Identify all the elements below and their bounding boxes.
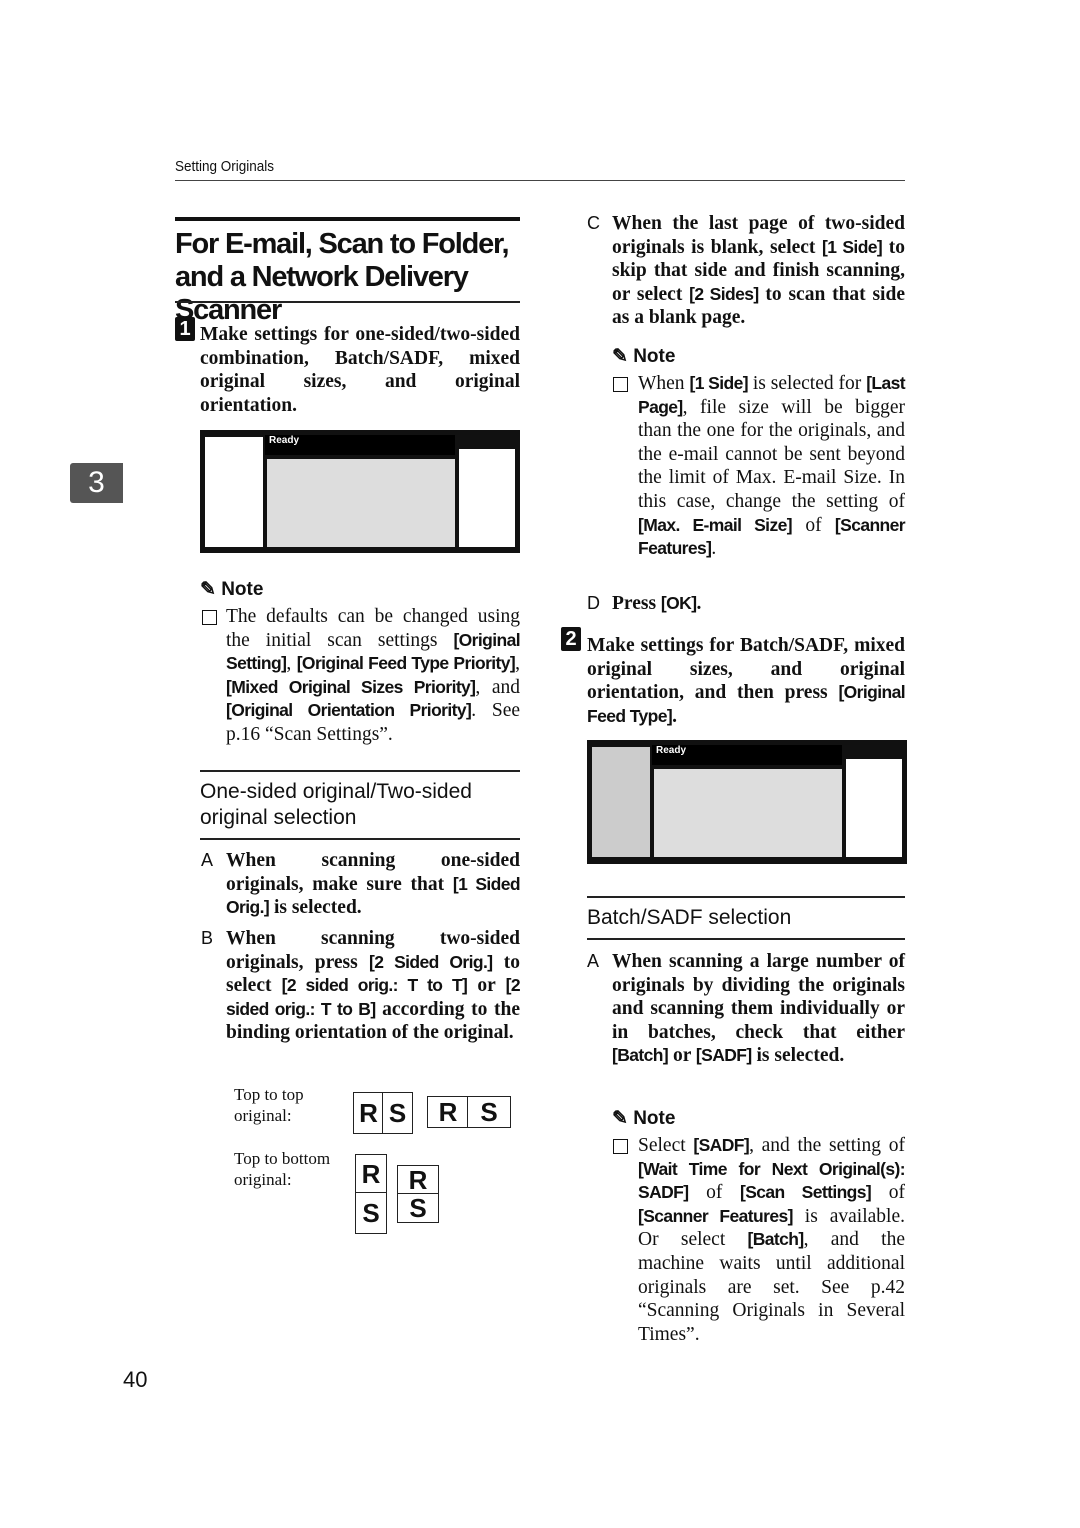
text-run: . xyxy=(711,538,717,560)
title-rule-bottom xyxy=(175,301,520,303)
title-rule-top xyxy=(175,217,520,221)
item-marker: B xyxy=(201,928,214,948)
item-marker: D xyxy=(587,593,600,613)
text-run: Select xyxy=(638,1135,694,1156)
section-rule xyxy=(587,938,905,940)
caption-top-to-top: Top to top original: xyxy=(234,1085,304,1125)
page-s: S xyxy=(355,1192,387,1234)
text-run: . xyxy=(696,593,702,614)
item-marker: A xyxy=(201,850,214,870)
key-label: [Max. E-mail Size] xyxy=(638,514,793,535)
page-s: S xyxy=(397,1193,439,1223)
item-marker: C xyxy=(587,213,600,233)
note-2-heading: ✎ Note xyxy=(612,346,676,367)
note-3-text: Select [SADF], and the setting of [Wait … xyxy=(638,1134,906,1346)
section-heading-sided: One-sided original/Two-sided original se… xyxy=(200,780,472,829)
checkbox-bullet-icon xyxy=(613,1139,628,1154)
text-run: , and the setting of xyxy=(749,1135,905,1156)
key-label: [Scanner Features] xyxy=(638,1205,793,1226)
text-run: of xyxy=(871,1182,905,1204)
text-run: , xyxy=(515,653,521,675)
key-label: [2 sided orig.: T to T] xyxy=(281,975,468,996)
chapter-tab: 3 xyxy=(70,463,123,503)
checkbox-bullet-icon xyxy=(613,377,628,392)
step-2-text: Make settings for Batch/SADF, mixed orig… xyxy=(587,634,906,728)
text-run: , and xyxy=(475,676,521,698)
note-1-heading: ✎ Note xyxy=(200,579,264,600)
section-rule xyxy=(200,770,520,772)
text-run: . xyxy=(672,705,677,727)
item-batch-text: When scanning a large number of original… xyxy=(612,950,905,1068)
item-d-text: Press [OK]. xyxy=(612,592,905,616)
key-label: [SADF] xyxy=(695,1045,752,1066)
key-label: [Scan Settings] xyxy=(739,1182,872,1203)
text-run: When scanning a large number of original… xyxy=(612,951,905,1043)
header-rule xyxy=(175,180,905,181)
item-b-text: When scanning two-sided originals, press… xyxy=(226,927,521,1045)
text-run: of xyxy=(791,514,835,536)
text-run: When xyxy=(638,373,690,394)
key-label: [Original Feed Type Priority] xyxy=(296,653,516,674)
text-run: is selected. xyxy=(269,897,362,919)
page-s: S xyxy=(467,1096,511,1128)
running-header: Setting Originals xyxy=(175,158,275,175)
key-label: [Mixed Original Sizes Priority] xyxy=(226,676,476,697)
page-r: R xyxy=(427,1096,469,1128)
step-1-badge: 1 xyxy=(175,317,195,341)
note-3-heading: ✎ Note xyxy=(612,1108,676,1129)
manual-page: Setting Originals 3 For E-mail, Scan to … xyxy=(0,0,1080,1528)
text-run: Press xyxy=(612,593,661,614)
note-1-text: The defaults can be changed using the in… xyxy=(226,605,521,747)
text-run: or xyxy=(467,975,506,997)
control-panel-screenshot-2: Ready xyxy=(587,740,907,864)
section-heading-batch: Batch/SADF selection xyxy=(587,906,792,929)
control-panel-screenshot-1: Ready xyxy=(200,430,520,553)
caption-top-to-bottom: Top to bottom original: xyxy=(234,1149,331,1189)
page-s: S xyxy=(382,1092,413,1134)
page-r: R xyxy=(355,1154,387,1194)
key-label: [Batch] xyxy=(747,1229,805,1250)
panel-status: Ready xyxy=(265,435,455,455)
page-r: R xyxy=(353,1092,384,1134)
key-label: [1 Side] xyxy=(689,373,748,393)
item-a-text: When scanning one-sided originals, make … xyxy=(226,849,521,920)
page-r: R xyxy=(397,1165,439,1195)
section-rule xyxy=(587,896,905,898)
text-run: or xyxy=(668,1045,696,1067)
key-label: [SADF] xyxy=(693,1135,750,1155)
key-label: [2 Sides] xyxy=(689,283,759,304)
text-run: is selected. xyxy=(751,1045,845,1067)
text-run: is selected for xyxy=(747,373,867,394)
text-run: , xyxy=(286,653,297,675)
key-label: [1 Side] xyxy=(822,236,883,257)
step-1-text: Make settings for one-sided/two-sided co… xyxy=(200,323,520,417)
step-2-badge: 2 xyxy=(561,627,581,651)
section-rule xyxy=(200,838,520,840)
key-label: [2 Sided Orig.] xyxy=(369,951,493,972)
key-label: [OK] xyxy=(660,593,697,613)
item-c-text: When the last page of two-sided original… xyxy=(612,212,905,330)
text-run: of xyxy=(688,1182,740,1204)
text-run: Make settings for one-sided/two-sided co… xyxy=(200,324,520,416)
checkbox-bullet-icon xyxy=(202,610,217,625)
page-title: For E-mail, Scan to Folder, and a Networ… xyxy=(175,228,510,326)
note-2-text: When [1 Side] is selected for [Last Page… xyxy=(638,372,906,561)
key-label: [Original Orientation Priority] xyxy=(226,700,472,721)
key-label: [Batch] xyxy=(612,1045,669,1066)
page-number: 40 xyxy=(123,1367,148,1392)
panel-status: Ready xyxy=(652,745,842,765)
item-marker: A xyxy=(587,951,600,971)
